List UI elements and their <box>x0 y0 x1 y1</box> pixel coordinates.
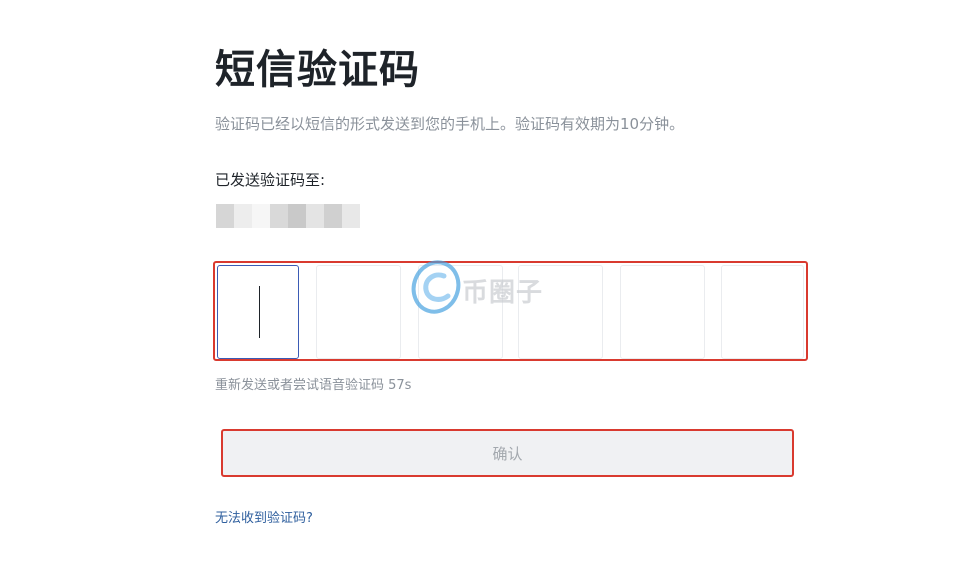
otp-highlight-outline <box>213 261 808 361</box>
otp-digit-4-input[interactable] <box>518 265 603 359</box>
otp-digit-6-input[interactable] <box>721 265 804 359</box>
otp-digit-2-input[interactable] <box>316 265 401 359</box>
resend-code-text[interactable]: 重新发送或者尝试语音验证码 57s <box>215 377 411 395</box>
otp-digit-1-input[interactable] <box>217 265 299 359</box>
page-title: 短信验证码 <box>215 47 420 93</box>
sent-to-label: 已发送验证码至: <box>215 171 326 189</box>
cannot-receive-code-link[interactable]: 无法收到验证码? <box>215 510 313 528</box>
confirm-button[interactable]: 确认 <box>221 429 794 477</box>
page-subtitle: 验证码已经以短信的形式发送到您的手机上。验证码有效期为10分钟。 <box>215 115 685 133</box>
otp-digit-3-input[interactable] <box>418 265 503 359</box>
otp-digit-5-input[interactable] <box>620 265 705 359</box>
text-caret <box>259 286 260 338</box>
masked-phone-number <box>216 204 360 228</box>
